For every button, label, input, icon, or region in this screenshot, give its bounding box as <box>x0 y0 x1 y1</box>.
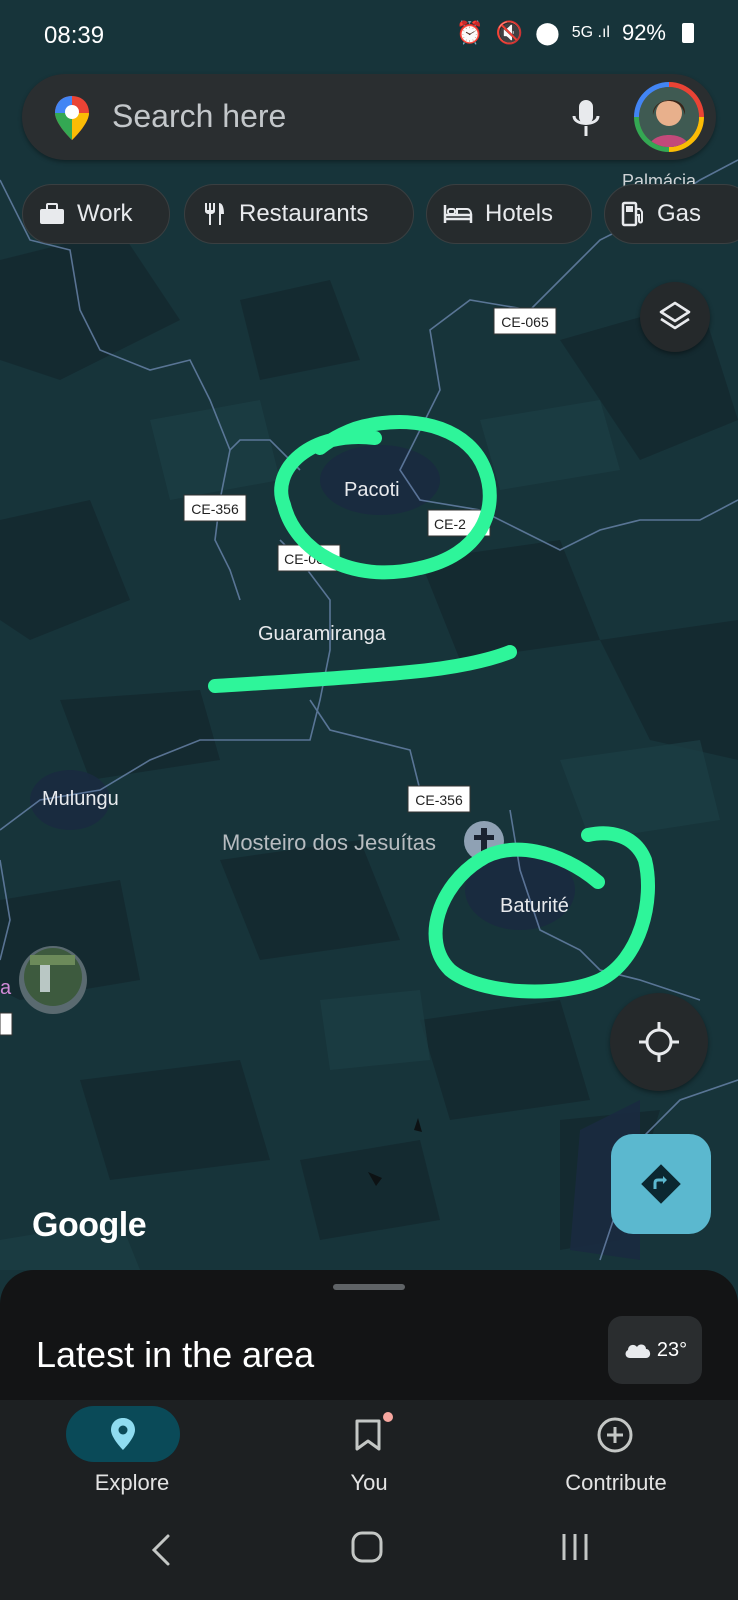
waterfall-photo-poi[interactable] <box>19 946 87 1014</box>
status-bar: 08:39 ⏰ 🔇 ⬤ 5G .ıl 92% <box>0 0 738 72</box>
chip-gas[interactable]: Gas <box>604 184 738 244</box>
svg-text:CE-356: CE-356 <box>415 792 463 808</box>
place-label-guaramiranga[interactable]: Guaramiranga <box>258 623 387 645</box>
search-bar[interactable]: Search here <box>22 74 716 160</box>
briefcase-icon <box>40 203 64 224</box>
road-shield-ce356-north: CE-356 <box>183 494 247 522</box>
nav-contribute[interactable]: Contribute <box>536 1400 696 1500</box>
add-circle-icon <box>597 1417 633 1453</box>
chip-label: Hotels <box>485 200 554 227</box>
battery-level: 92% <box>621 20 666 45</box>
cloud-icon <box>625 1344 651 1358</box>
bed-icon <box>443 205 473 223</box>
place-label-baturite[interactable]: Baturité <box>500 895 569 917</box>
search-input[interactable]: Search here <box>112 98 286 135</box>
location-icon: ⬤ <box>535 20 560 45</box>
nav-label: Explore <box>94 1470 170 1495</box>
home-icon[interactable] <box>350 1530 384 1564</box>
battery-icon <box>682 23 694 43</box>
system-navigation-bar <box>0 1500 738 1600</box>
svg-text:CE-2: CE-2 <box>434 516 466 532</box>
nav-explore[interactable]: Explore <box>52 1400 212 1500</box>
microphone-icon[interactable] <box>566 96 606 140</box>
bottom-navigation: Explore You Contribute <box>0 1400 738 1500</box>
place-label-pacoti[interactable]: Pacoti <box>344 479 400 501</box>
avatar[interactable] <box>634 82 704 152</box>
notification-dot <box>383 1412 393 1422</box>
svg-text:CE-356: CE-356 <box>191 501 239 517</box>
layers-button[interactable] <box>640 282 710 352</box>
temperature: 23° <box>656 1338 688 1361</box>
nav-label: You <box>350 1470 388 1495</box>
google-attribution: Google <box>32 1206 147 1244</box>
mute-icon: 🔇 <box>495 20 524 45</box>
crosshair-icon <box>639 1022 679 1062</box>
chip-restaurants[interactable]: Restaurants <box>184 184 414 244</box>
chip-work[interactable]: Work <box>22 184 170 244</box>
gas-pump-icon <box>621 201 643 227</box>
chip-label: Restaurants <box>239 200 369 227</box>
weather-chip[interactable]: 23° <box>608 1316 702 1384</box>
status-time: 08:39 <box>44 22 105 49</box>
nav-you[interactable]: You <box>289 1400 449 1500</box>
bottom-sheet[interactable]: Latest in the area 23° <box>0 1270 738 1400</box>
recents-icon[interactable] <box>560 1530 590 1564</box>
bookmark-icon <box>355 1419 381 1451</box>
chip-label: Work <box>77 200 133 227</box>
alarm-icon: ⏰ <box>456 20 484 45</box>
chip-label: Gas <box>657 200 702 227</box>
signal-icon: 5G .ıl <box>571 24 610 41</box>
layers-icon <box>659 301 691 330</box>
drag-handle[interactable] <box>333 1284 405 1290</box>
place-label-mulungu[interactable]: Mulungu <box>42 788 119 810</box>
road-shield-ce356-south: CE-356 <box>407 785 471 813</box>
chip-hotels[interactable]: Hotels <box>426 184 592 244</box>
status-icons: ⏰ 🔇 ⬤ 5G .ıl 92% <box>456 20 694 46</box>
google-maps-logo-icon <box>55 96 89 140</box>
svg-text:a: a <box>0 977 12 999</box>
nav-label: Contribute <box>565 1470 667 1495</box>
place-label-mosteiro[interactable]: Mosteiro dos Jesuítas <box>222 830 436 855</box>
road-shield-ce065: CE-065 <box>493 307 557 335</box>
sheet-title: Latest in the area <box>36 1334 315 1375</box>
back-icon[interactable] <box>148 1530 174 1570</box>
directions-icon <box>641 1164 681 1204</box>
directions-button[interactable] <box>611 1134 711 1234</box>
location-pin-icon <box>111 1418 135 1450</box>
svg-text:CE-065: CE-065 <box>501 314 549 330</box>
category-chips: Work Restaurants Hotels Gas <box>22 184 738 244</box>
my-location-button[interactable] <box>610 993 708 1091</box>
fork-knife-icon <box>205 203 224 225</box>
